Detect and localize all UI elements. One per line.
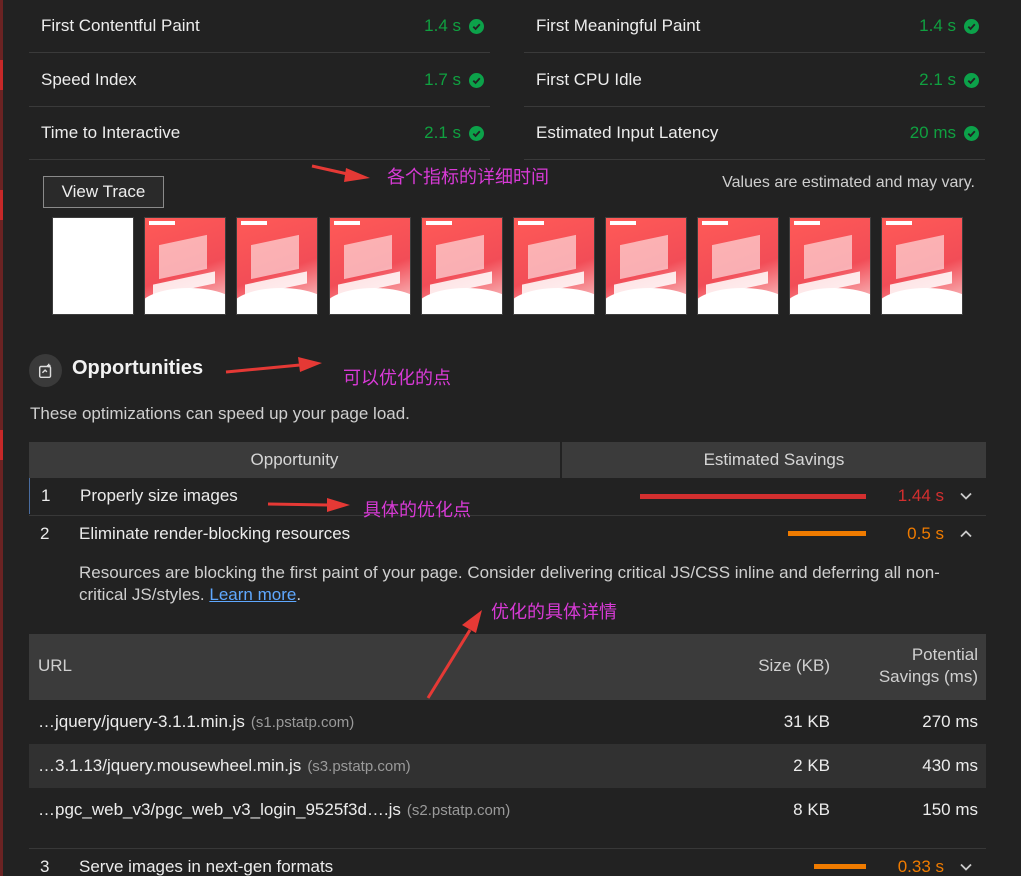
- filmstrip-frame: [513, 217, 595, 315]
- col-estimated-savings: Estimated Savings: [562, 442, 986, 478]
- url-host: (s2.pstatp.com): [406, 802, 511, 819]
- filmstrip-frame: [605, 217, 687, 315]
- metric-value: 1.4 s: [424, 16, 461, 35]
- metric-label: Time to Interactive: [41, 123, 181, 142]
- savings-bar: [788, 531, 866, 536]
- metric-value: 1.7 s: [424, 70, 461, 89]
- pass-check-icon: [964, 18, 979, 34]
- metric-first-contentful-paint: First Contentful Paint 1.4 s: [29, 0, 490, 53]
- filmstrip-frame: [697, 217, 779, 315]
- pass-check-icon: [469, 72, 484, 88]
- edge-mark: [0, 60, 3, 90]
- opportunity-number: 1: [41, 486, 51, 505]
- opportunity-row[interactable]: 1 Properly size images 1.44 s: [29, 478, 986, 514]
- filmstrip-frame: [236, 217, 318, 315]
- opportunity-row[interactable]: 3 Serve images in next-gen formats 0.33 …: [29, 848, 986, 876]
- learn-more-link[interactable]: Learn more: [209, 585, 296, 604]
- detail-period: .: [296, 585, 302, 604]
- pass-check-icon: [469, 125, 484, 141]
- resource-savings: 150 ms: [922, 800, 978, 819]
- metric-estimated-input-latency: Estimated Input Latency 20 ms: [524, 107, 985, 160]
- opportunity-number: 2: [40, 523, 50, 543]
- chevron-down-icon[interactable]: [956, 486, 976, 506]
- opportunities-title: Opportunities: [72, 357, 204, 379]
- chevron-down-icon[interactable]: [956, 857, 976, 876]
- resource-size: 8 KB: [793, 800, 830, 819]
- metric-label: Estimated Input Latency: [536, 123, 719, 142]
- col-potential-line1: Potential: [911, 645, 978, 664]
- filmstrip-frame: [789, 217, 871, 315]
- resource-savings: 270 ms: [922, 712, 978, 731]
- savings-value: 0.33 s: [897, 856, 944, 876]
- filmstrip-frame: [421, 217, 503, 315]
- values-estimated-note: Values are estimated and may vary.: [722, 174, 975, 191]
- savings-value: 1.44 s: [897, 486, 944, 505]
- opportunity-title: Eliminate render-blocking resources: [79, 523, 351, 543]
- edge-mark: [0, 430, 3, 460]
- metric-label: First Meaningful Paint: [536, 16, 701, 35]
- opportunity-title: Properly size images: [80, 486, 238, 505]
- annotation-specific-points: 具体的优化点: [363, 500, 471, 520]
- pass-check-icon: [469, 18, 484, 34]
- url-text: …jquery/jquery-3.1.1.min.js: [38, 712, 245, 731]
- opportunity-title: Serve images in next-gen formats: [79, 856, 334, 876]
- metric-first-meaningful-paint: First Meaningful Paint 1.4 s: [524, 0, 985, 53]
- metric-value: 2.1 s: [424, 123, 461, 142]
- arrow-mark: [311, 164, 370, 182]
- savings-bar: [814, 864, 866, 869]
- edge-mark: [0, 190, 3, 220]
- annotation-opportunities: 可以优化的点: [343, 368, 451, 388]
- opportunities-description: These optimizations can speed up your pa…: [30, 404, 410, 423]
- table-row: …pgc_web_v3/pgc_web_v3_login_9525f3d….js…: [29, 788, 986, 832]
- metric-first-cpu-idle: First CPU Idle 2.1 s: [524, 54, 985, 107]
- metric-value: 20 ms: [909, 123, 956, 142]
- url-host: (s3.pstatp.com): [307, 758, 411, 775]
- opportunity-row[interactable]: 2 Eliminate render-blocking resources 0.…: [29, 515, 986, 551]
- metric-time-to-interactive: Time to Interactive 2.1 s: [29, 107, 490, 160]
- opportunity-number: 3: [40, 856, 50, 876]
- view-trace-button[interactable]: View Trace: [43, 176, 164, 208]
- metric-label: First CPU Idle: [536, 70, 642, 89]
- resource-size: 2 KB: [793, 756, 830, 775]
- filmstrip-frame: [881, 217, 963, 315]
- filmstrip-frame: [329, 217, 411, 315]
- col-size: Size (KB): [758, 656, 830, 675]
- metric-value: 1.4 s: [919, 16, 956, 35]
- savings-value: 0.5 s: [907, 523, 944, 543]
- url-text: …3.1.13/jquery.mousewheel.min.js: [38, 756, 302, 775]
- metric-speed-index: Speed Index 1.7 s: [29, 54, 490, 107]
- annotation-details: 优化的具体详情: [491, 602, 617, 622]
- opportunities-icon: [29, 354, 62, 387]
- resource-url[interactable]: …3.1.13/jquery.mousewheel.min.js (s3.psta…: [29, 756, 710, 776]
- table-row: …3.1.13/jquery.mousewheel.min.js (s3.psta…: [29, 744, 986, 788]
- metric-label: First Contentful Paint: [41, 16, 200, 35]
- resource-url[interactable]: …pgc_web_v3/pgc_web_v3_login_9525f3d….js…: [29, 800, 710, 820]
- detail-table-header: URL Size (KB) Potential Savings (ms): [29, 634, 986, 700]
- resource-size: 31 KB: [783, 712, 830, 731]
- arrow-mark: [225, 357, 322, 374]
- table-row: …jquery/jquery-3.1.1.min.js (s1.pstatp.co…: [29, 700, 986, 744]
- url-host: (s1.pstatp.com): [250, 714, 355, 731]
- url-text: …pgc_web_v3/pgc_web_v3_login_9525f3d….js: [38, 800, 401, 819]
- metric-label: Speed Index: [41, 70, 137, 89]
- filmstrip-frame: [144, 217, 226, 315]
- resource-url[interactable]: …jquery/jquery-3.1.1.min.js (s1.pstatp.co…: [29, 712, 710, 732]
- chevron-up-icon[interactable]: [956, 524, 976, 544]
- metric-value: 2.1 s: [919, 70, 956, 89]
- resource-savings: 430 ms: [922, 756, 978, 775]
- col-potential-savings: Potential Savings (ms): [879, 644, 978, 688]
- left-edge-strip: [0, 0, 3, 876]
- col-potential-line2: Savings (ms): [878, 667, 978, 686]
- pass-check-icon: [964, 125, 979, 141]
- annotation-metrics-detail: 各个指标的详细时间: [387, 167, 549, 187]
- filmstrip-frame: [52, 217, 134, 315]
- col-opportunity: Opportunity: [29, 442, 560, 478]
- pass-check-icon: [964, 72, 979, 88]
- col-url: URL: [38, 656, 73, 675]
- savings-bar: [640, 493, 866, 499]
